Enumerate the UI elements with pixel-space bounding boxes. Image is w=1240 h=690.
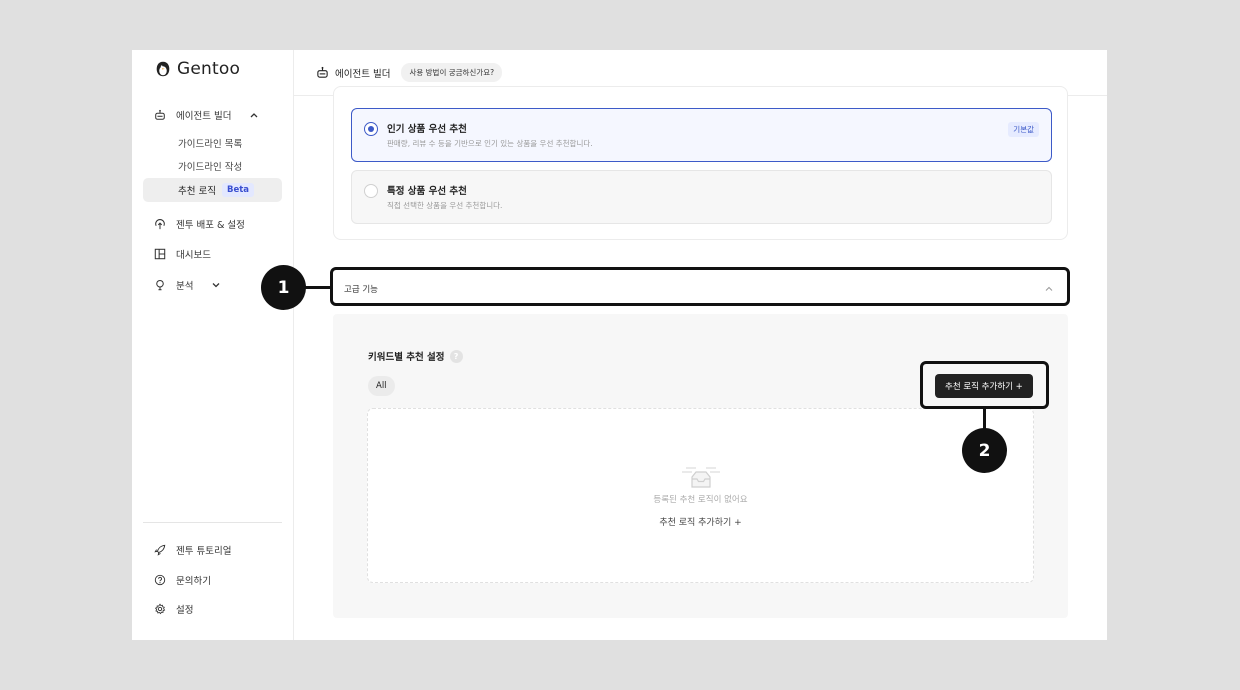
sidebar-item-analysis[interactable]: 분석	[154, 278, 221, 292]
chevron-down-icon[interactable]	[211, 280, 221, 290]
sidebar-item-settings[interactable]: 설정	[154, 602, 193, 616]
app-name: Gentoo	[177, 59, 241, 79]
sidebar-item-label: 문의하기	[176, 576, 211, 587]
empty-state-message: 등록된 추천 로직이 없어요	[653, 495, 748, 505]
lightbulb-icon	[156, 279, 164, 291]
sidebar-item-label: 젠투 배포 & 설정	[176, 220, 245, 231]
annotation-connector-2	[983, 408, 986, 430]
option-title: 특정 상품 우선 추천	[387, 186, 467, 197]
annotation-box-add-button	[920, 361, 1049, 409]
annotation-marker-2: 2	[962, 428, 1007, 473]
sidebar-item-deploy-settings[interactable]: 젠투 배포 & 설정	[154, 217, 245, 231]
sidebar-item-agent-builder[interactable]: 에이전트 빌더	[154, 108, 259, 122]
page-title: 에이전트 빌더	[335, 68, 391, 80]
sidebar-item-label: 에이전트 빌더	[176, 111, 232, 122]
annotation-connector-1	[304, 286, 332, 289]
beta-badge: Beta	[221, 183, 255, 197]
sidebar-subitem-recommendation-logic[interactable]: 추천 로직 Beta	[143, 178, 282, 202]
recommendation-options-card: 인기 상품 우선 추천 판매량, 리뷰 수 등을 기반으로 인기 있는 상품을 …	[333, 86, 1068, 240]
sidebar-item-tutorial[interactable]: 젠투 튜토리얼	[154, 543, 231, 557]
sidebar-item-contact[interactable]: 문의하기	[154, 573, 211, 587]
sidebar-item-label: 추천 로직	[178, 186, 216, 197]
chevron-up-icon[interactable]	[249, 110, 259, 120]
sidebar-item-label: 설정	[176, 605, 194, 616]
penguin-logo-icon	[156, 61, 170, 77]
settings-gear-icon	[154, 603, 166, 615]
help-circle-icon	[154, 574, 166, 586]
option-popular-first[interactable]: 인기 상품 우선 추천 판매량, 리뷰 수 등을 기반으로 인기 있는 상품을 …	[351, 108, 1052, 162]
empty-state-add-link[interactable]: 추천 로직 추가하기 +	[368, 515, 1033, 528]
deploy-upload-icon	[155, 219, 165, 230]
sidebar-item-dashboard[interactable]: 대시보드	[154, 247, 211, 261]
robot-icon	[155, 109, 165, 120]
option-description: 판매량, 리뷰 수 등을 기반으로 인기 있는 상품을 우선 추천합니다.	[387, 139, 593, 148]
sidebar-divider	[143, 522, 282, 523]
option-title: 인기 상품 우선 추천	[387, 124, 467, 135]
rocket-icon	[154, 544, 166, 556]
filter-chip-all[interactable]: All	[368, 376, 395, 396]
app-logo[interactable]: Gentoo	[154, 58, 240, 80]
annotation-box-advanced	[330, 267, 1070, 306]
empty-state: 등록된 추천 로직이 없어요 추천 로직 추가하기 +	[367, 408, 1034, 583]
keyword-recommendation-panel: 키워드별 추천 설정 ? All 추천 로직 추가하기 + 등록된 추천 로직이…	[333, 314, 1068, 618]
radio-selected[interactable]	[364, 122, 378, 136]
dashboard-icon	[154, 248, 166, 260]
sidebar-item-label: 젠투 튜토리얼	[176, 546, 232, 557]
keyword-settings-label: 키워드별 추천 설정	[368, 352, 445, 363]
help-icon[interactable]: ?	[449, 349, 463, 363]
empty-inbox-icon	[682, 467, 720, 488]
option-description: 직접 선택한 상품을 우선 추천합니다.	[387, 201, 503, 210]
sidebar-item-label: 분석	[176, 281, 194, 292]
sidebar-subitem-guideline-list[interactable]: 가이드라인 목록	[178, 136, 242, 150]
default-badge: 기본값	[1008, 122, 1039, 137]
sidebar-subitem-guideline-write[interactable]: 가이드라인 작성	[178, 159, 242, 173]
option-specific-first[interactable]: 특정 상품 우선 추천 직접 선택한 상품을 우선 추천합니다.	[351, 170, 1052, 224]
keyword-settings-title: 키워드별 추천 설정 ?	[368, 349, 463, 363]
app-window: Gentoo 에이전트 빌더 가이드라인 목록 가이드라인 작성 추천 로직 B…	[132, 50, 1107, 640]
usage-help-button[interactable]: 사용 방법이 궁금하신가요?	[401, 63, 503, 82]
radio-unselected[interactable]	[364, 184, 378, 198]
robot-icon	[317, 66, 328, 78]
annotation-marker-1: 1	[261, 265, 306, 310]
sidebar: Gentoo 에이전트 빌더 가이드라인 목록 가이드라인 작성 추천 로직 B…	[132, 50, 294, 640]
sidebar-item-label: 대시보드	[176, 250, 211, 261]
